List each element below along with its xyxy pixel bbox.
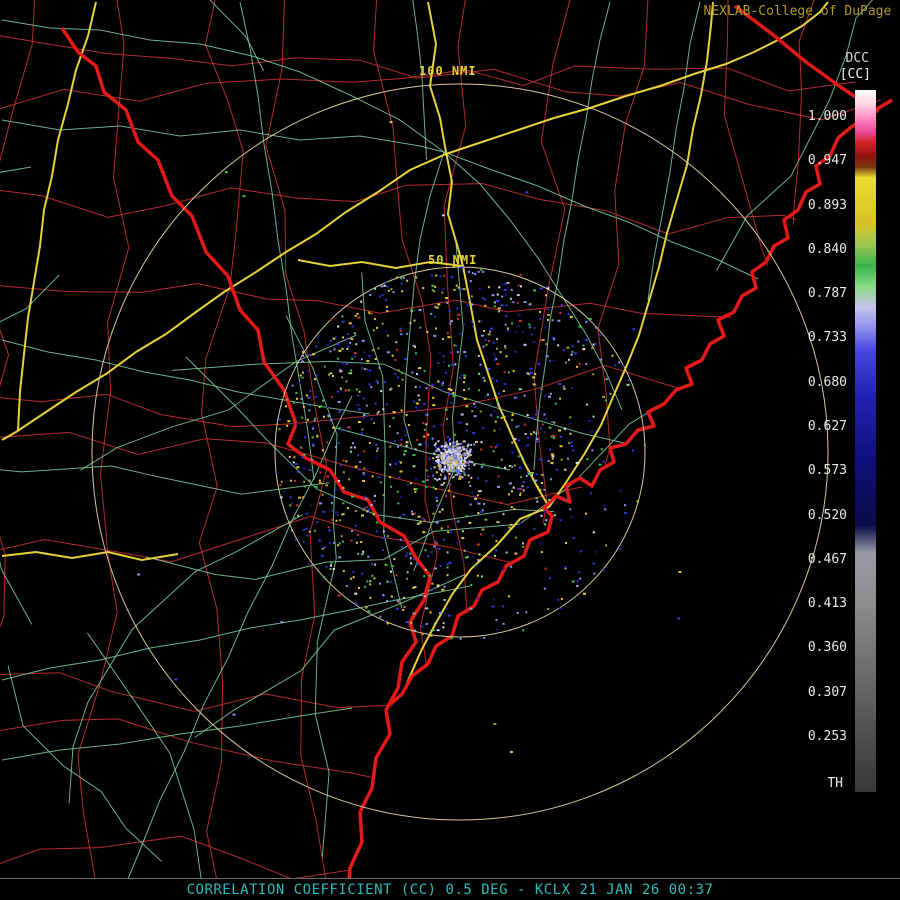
colorbar-threshold-label: TH — [827, 776, 843, 791]
colorbar-tick-label: 0.787 — [807, 286, 847, 302]
highway — [1, 550, 179, 562]
colorbar-gradient — [855, 90, 876, 792]
road — [1, 707, 353, 761]
colorbar-tick-label: 0.520 — [807, 507, 847, 523]
attribution-text: NEXLAB-College of DuPage N — [703, 4, 900, 19]
colorbar-tick-label: 0.893 — [807, 197, 847, 213]
colorbar-tick-label: 1.000 — [807, 109, 847, 124]
colorbar-tick-label: 0.467 — [807, 551, 847, 567]
road — [1, 119, 445, 153]
savannah-river-border — [60, 27, 432, 899]
road — [647, 1, 701, 301]
highway — [445, 1, 829, 155]
colorbar-tick-label: 0.733 — [807, 330, 847, 346]
colorbar-tick-label: 0.680 — [807, 374, 847, 390]
radar-display: 100 NMI 50 NMI NEXLAB-College of DuPage … — [0, 0, 900, 900]
colorbar-tick-label: 0.627 — [807, 418, 847, 434]
state-borders — [60, 4, 893, 899]
ring-label-50nmi: 50 NMI — [428, 253, 478, 267]
map-canvas — [0, 0, 900, 900]
road — [533, 1, 611, 471]
colorbar-tick-label: 0.840 — [807, 241, 847, 257]
colorbar-tick-label: 0.947 — [807, 153, 847, 169]
footer-bar: CORRELATION COEFFICIENT (CC) 0.5 DEG - K… — [0, 878, 900, 900]
colorbar-tick-label: 0.573 — [807, 463, 847, 479]
highway — [346, 506, 550, 899]
colorbar-title: DCC — [845, 51, 869, 66]
ring-label-100nmi: 100 NMI — [419, 64, 477, 78]
colorbar-tick-label: 0.413 — [807, 596, 847, 612]
colorbar-labels: 1.000 0.947 0.893 0.840 0.787 0.733 0.680 0.627… — [808, 110, 847, 744]
highway — [17, 1, 97, 431]
colorbar-tick-label: 0.307 — [807, 684, 847, 700]
colorbar-tick-label: 0.360 — [807, 640, 847, 656]
colorbar-unit: [CC] — [839, 67, 871, 82]
product-caption: CORRELATION COEFFICIENT (CC) 0.5 DEG - K… — [186, 881, 714, 898]
colorbar-tick-label: 0.253 — [807, 728, 847, 744]
